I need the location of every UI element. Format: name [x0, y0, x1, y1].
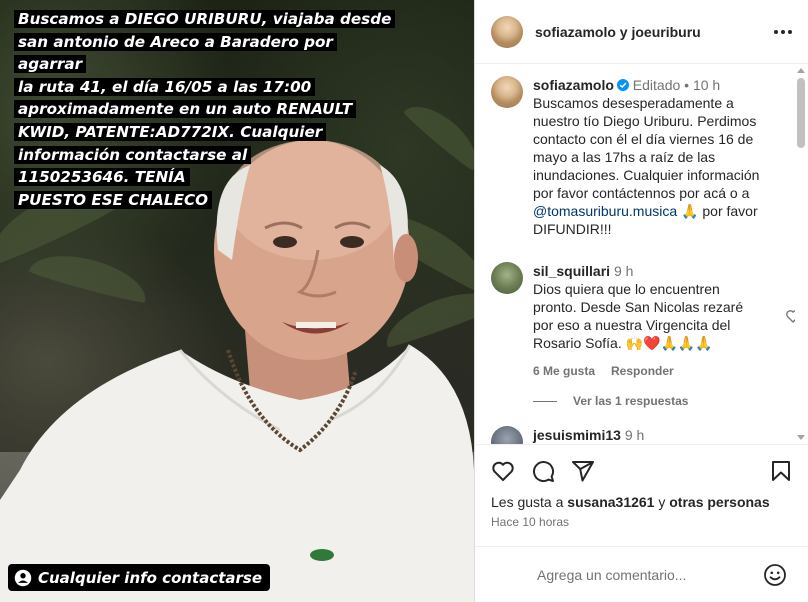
- comment-item: sil_squillari 9 h Dios quiera que lo enc…: [491, 262, 795, 380]
- scroll-up-arrow-icon[interactable]: [797, 68, 805, 73]
- likes-prefix: Les gusta a: [491, 494, 568, 510]
- share-paper-plane-icon[interactable]: [571, 459, 595, 483]
- replies-divider-line: [533, 400, 557, 402]
- post-side-panel: sofiazamolo y joeuriburu sofiazamolo Edi…: [474, 0, 808, 602]
- comment-likes-count[interactable]: 6 Me gusta: [533, 362, 595, 380]
- emoji-smiley-icon[interactable]: [763, 563, 787, 587]
- avatar[interactable]: [491, 76, 523, 108]
- post-authors: sofiazamolo y joeuriburu: [535, 24, 701, 40]
- caption-line: PUESTO ESE CHALECO: [14, 190, 213, 209]
- verified-badge-icon: [616, 79, 629, 91]
- user-tag-icon[interactable]: [14, 569, 32, 587]
- likes-connector: y: [654, 494, 670, 510]
- caption-line: 1150253646. TENÍA: [14, 168, 190, 187]
- post-time-ago[interactable]: Hace 10 horas: [491, 515, 569, 529]
- scroll-thumb[interactable]: [797, 78, 805, 148]
- caption-line: aproximadamente en un auto RENAULT: [14, 100, 357, 119]
- caption-line: KWID, PATENTE:AD772IX. Cualquier: [14, 122, 327, 141]
- comment-username[interactable]: jesuismimi13: [533, 427, 621, 443]
- avatar[interactable]: [491, 15, 523, 48]
- view-replies-button[interactable]: Ver las 1 respuestas: [533, 394, 688, 408]
- comment-text: sil_squillari 9 h Dios quiera que lo enc…: [533, 262, 763, 380]
- comment-username[interactable]: sofiazamolo: [533, 77, 614, 93]
- comment-actions: 6 Me gusta Responder: [533, 362, 763, 380]
- mention-link[interactable]: @tomasuriburu.musica: [533, 203, 677, 219]
- edited-label: Editado: [632, 77, 681, 93]
- liked-by-user-link[interactable]: susana31261: [567, 494, 654, 510]
- comment-text: jesuismimi13 9 h: [533, 426, 763, 444]
- image-caption-overlay: Buscamos a DIEGO URIBURU, viajaba desde …: [14, 8, 406, 211]
- add-comment-input[interactable]: [537, 566, 747, 583]
- likes-summary: Les gusta a susana31261 y otras personas: [491, 494, 770, 510]
- tagged-users-bar[interactable]: Cualquier info contactarse: [8, 564, 271, 591]
- scroll-down-arrow-icon[interactable]: [797, 435, 805, 440]
- author-link-2[interactable]: joeuriburu: [631, 24, 700, 40]
- action-icons-row: [491, 459, 595, 483]
- caption-line: Buscamos a DIEGO URIBURU, viajaba desde: [14, 10, 396, 28]
- avatar[interactable]: [491, 426, 523, 444]
- comment-time[interactable]: 10 h: [693, 77, 720, 93]
- comment-time[interactable]: 9 h: [625, 427, 644, 443]
- caption-comment: sofiazamolo Editado • 10 h Buscamos dese…: [491, 76, 791, 238]
- more-options-button[interactable]: [773, 22, 793, 42]
- save-bookmark-icon[interactable]: [769, 459, 793, 483]
- add-comment-bar: [475, 546, 808, 602]
- post-image[interactable]: Buscamos a DIEGO URIBURU, viajaba desde …: [0, 0, 474, 602]
- caption-line: información contactarse al: [14, 145, 252, 164]
- caption-line: la ruta 41, el día 16/05 a las 17:00: [14, 77, 316, 96]
- comments-list[interactable]: sofiazamolo Editado • 10 h Buscamos dese…: [475, 64, 795, 444]
- comment-item: jesuismimi13 9 h: [491, 426, 791, 444]
- authors-connector: y: [615, 23, 632, 40]
- caption-body-text: Buscamos desesperadamente a nuestro tío …: [533, 95, 760, 201]
- bottom-overlay-text: Cualquier info contactarse: [38, 568, 263, 587]
- avatar[interactable]: [491, 262, 523, 294]
- view-replies-label: Ver las 1 respuestas: [573, 394, 689, 408]
- comment-bubble-icon[interactable]: [531, 459, 555, 483]
- caption-text: sofiazamolo Editado • 10 h Buscamos dese…: [533, 76, 783, 238]
- caption-line: san antonio de Areco a Baradero por agar…: [14, 32, 337, 74]
- comment-time[interactable]: 9 h: [614, 263, 633, 279]
- more-horizontal-icon: [774, 30, 792, 34]
- reply-button[interactable]: Responder: [611, 362, 674, 380]
- post-actions: Les gusta a susana31261 y otras personas…: [475, 444, 808, 546]
- like-heart-icon[interactable]: [491, 459, 515, 483]
- comment-body: Dios quiera que lo encuentren pronto. De…: [533, 281, 744, 351]
- comment-username[interactable]: sil_squillari: [533, 263, 610, 279]
- others-liked-link[interactable]: otras personas: [669, 494, 769, 510]
- author-link-1[interactable]: sofiazamolo: [535, 24, 616, 40]
- post-header: sofiazamolo y joeuriburu: [475, 0, 808, 64]
- meta-dot: •: [684, 77, 690, 93]
- comments-scrollbar[interactable]: [794, 64, 808, 444]
